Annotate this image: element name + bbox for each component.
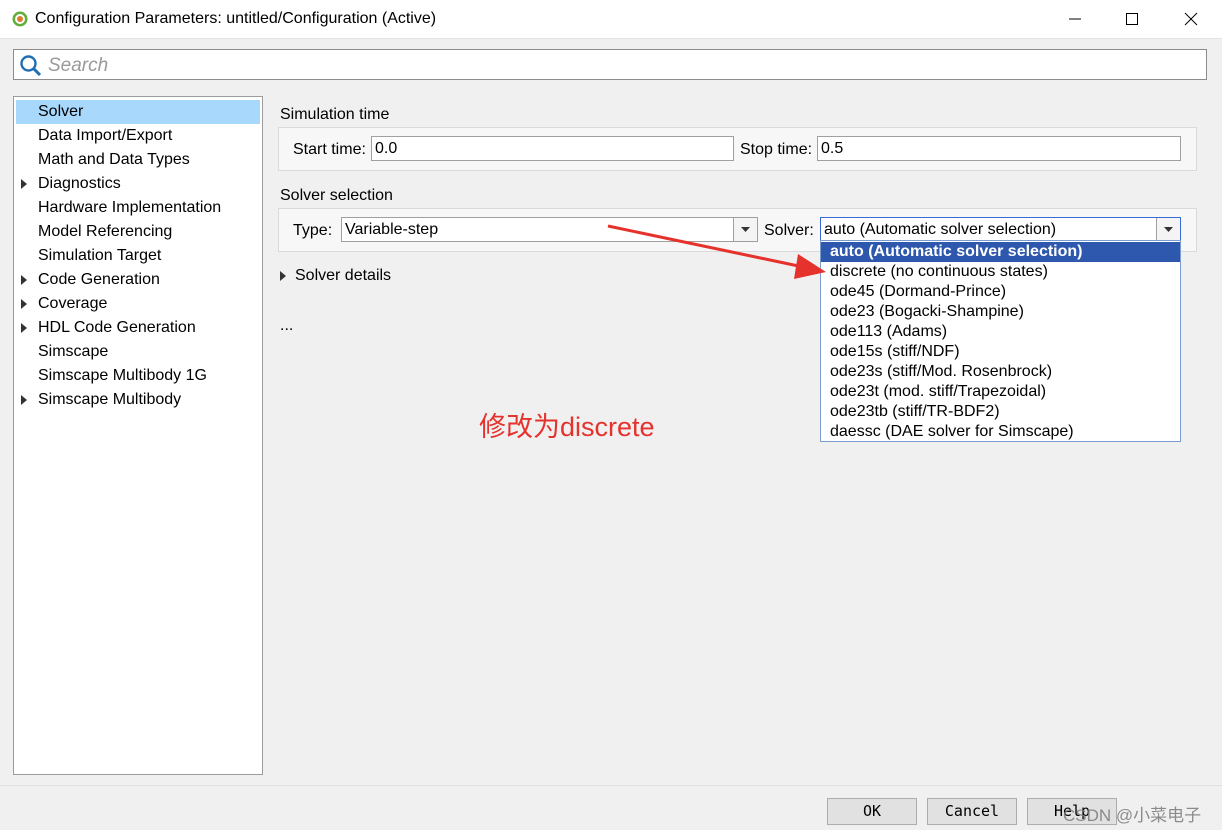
expand-caret-icon[interactable] xyxy=(21,275,27,285)
close-icon xyxy=(1184,12,1198,26)
expand-caret-icon[interactable] xyxy=(21,299,27,309)
close-button[interactable] xyxy=(1162,0,1220,38)
solver-option-discrete[interactable]: discrete (no continuous states) xyxy=(821,262,1180,282)
solver-option-ode23tb[interactable]: ode23tb (stiff/TR-BDF2) xyxy=(821,402,1180,422)
search-placeholder: Search xyxy=(48,55,109,76)
sidebar-item-label: Coverage xyxy=(38,295,108,312)
sidebar-item-simscape-multibody-1g[interactable]: Simscape Multibody 1G xyxy=(16,364,260,388)
chevron-down-icon xyxy=(741,227,750,232)
solver-option-ode23t[interactable]: ode23t (mod. stiff/Trapezoidal) xyxy=(821,382,1180,402)
watermark: CSDN @小菜电子 xyxy=(1063,806,1202,825)
option-label: ode23t (mod. stiff/Trapezoidal) xyxy=(830,383,1047,400)
sidebar-item-code-generation[interactable]: Code Generation xyxy=(16,268,260,292)
solver-details-label: Solver details xyxy=(295,267,392,284)
solver-selection-heading: Solver selection xyxy=(280,187,393,204)
maximize-icon xyxy=(1126,13,1138,25)
search-input[interactable]: Search xyxy=(13,49,1207,80)
sidebar-item-label: Data Import/Export xyxy=(38,127,173,144)
chevron-down-icon xyxy=(1164,227,1173,232)
more-settings-ellipsis[interactable]: ... xyxy=(280,317,293,335)
category-tree: Solver Data Import/Export Math and Data … xyxy=(13,96,263,775)
sidebar-item-simscape-multibody[interactable]: Simscape Multibody xyxy=(16,388,260,412)
sidebar-item-label: Simscape xyxy=(38,343,109,360)
sidebar-item-label: Simulation Target xyxy=(38,247,162,264)
solver-option-ode23[interactable]: ode23 (Bogacki-Shampine) xyxy=(821,302,1180,322)
expand-caret-icon[interactable] xyxy=(21,395,27,405)
expand-caret-icon xyxy=(280,271,286,281)
solver-dropdown[interactable]: auto (Automatic solver selection) xyxy=(820,217,1181,242)
sidebar-item-math-data-types[interactable]: Math and Data Types xyxy=(16,148,260,172)
option-label: ode23tb (stiff/TR-BDF2) xyxy=(830,403,1000,420)
solver-option-auto[interactable]: auto (Automatic solver selection) xyxy=(821,242,1180,262)
sidebar-item-coverage[interactable]: Coverage xyxy=(16,292,260,316)
solver-option-ode15s[interactable]: ode15s (stiff/NDF) xyxy=(821,342,1180,362)
option-label: ode113 (Adams) xyxy=(830,323,948,340)
sidebar-item-label: Math and Data Types xyxy=(38,151,190,168)
sidebar-item-hdl-code-generation[interactable]: HDL Code Generation xyxy=(16,316,260,340)
sidebar-item-simulation-target[interactable]: Simulation Target xyxy=(16,244,260,268)
sidebar-item-solver[interactable]: Solver xyxy=(16,100,260,124)
sidebar-item-label: Code Generation xyxy=(38,271,160,288)
dropdown-arrow-button[interactable] xyxy=(733,218,757,241)
search-icon xyxy=(19,54,43,83)
sidebar-item-hardware-implementation[interactable]: Hardware Implementation xyxy=(16,196,260,220)
solver-option-daessc[interactable]: daessc (DAE solver for Simscape) xyxy=(821,422,1180,442)
sidebar-item-label: Simscape Multibody 1G xyxy=(38,367,207,384)
simulation-time-heading: Simulation time xyxy=(280,106,390,123)
annotation-text: 修改为discrete xyxy=(479,412,655,442)
dropdown-arrow-button[interactable] xyxy=(1156,218,1180,241)
minimize-icon xyxy=(1069,18,1081,20)
maximize-button[interactable] xyxy=(1103,0,1161,38)
solver-type-label: Type: xyxy=(293,222,333,239)
stop-time-field[interactable]: 0.5 xyxy=(817,136,1181,161)
option-label: daessc (DAE solver for Simscape) xyxy=(830,423,1074,440)
solver-option-ode23s[interactable]: ode23s (stiff/Mod. Rosenbrock) xyxy=(821,362,1180,382)
footer-divider xyxy=(0,785,1222,786)
stop-time-label: Stop time: xyxy=(740,141,813,158)
sidebar-item-model-referencing[interactable]: Model Referencing xyxy=(16,220,260,244)
simulink-gear-icon xyxy=(11,10,29,28)
ok-button[interactable]: OK xyxy=(827,798,917,825)
option-label: ode23 (Bogacki-Shampine) xyxy=(830,303,1024,320)
option-label: ode23s (stiff/Mod. Rosenbrock) xyxy=(830,363,1053,380)
title-bar: Configuration Parameters: untitled/Confi… xyxy=(0,0,1222,39)
sidebar-item-diagnostics[interactable]: Diagnostics xyxy=(16,172,260,196)
expand-caret-icon[interactable] xyxy=(21,323,27,333)
sidebar-item-label: Diagnostics xyxy=(38,175,121,192)
minimize-button[interactable] xyxy=(1046,0,1104,38)
solver-label: Solver: xyxy=(764,222,814,239)
expand-caret-icon[interactable] xyxy=(21,179,27,189)
solver-value: auto (Automatic solver selection) xyxy=(824,221,1057,238)
sidebar-item-label: Model Referencing xyxy=(38,223,173,240)
start-time-field[interactable]: 0.0 xyxy=(371,136,734,161)
option-label: auto (Automatic solver selection) xyxy=(830,243,1083,260)
window-title: Configuration Parameters: untitled/Confi… xyxy=(35,10,437,27)
cancel-button[interactable]: Cancel xyxy=(927,798,1017,825)
solver-option-ode113[interactable]: ode113 (Adams) xyxy=(821,322,1180,342)
start-time-label: Start time: xyxy=(293,141,366,158)
option-label: ode45 (Dormand-Prince) xyxy=(830,283,1007,300)
solver-type-value: Variable-step xyxy=(345,221,439,238)
solver-options-list: auto (Automatic solver selection) discre… xyxy=(820,240,1181,442)
sidebar-item-label: Hardware Implementation xyxy=(38,199,222,216)
sidebar-item-simscape[interactable]: Simscape xyxy=(16,340,260,364)
sidebar-item-data-import-export[interactable]: Data Import/Export xyxy=(16,124,260,148)
solver-type-dropdown[interactable]: Variable-step xyxy=(341,217,758,242)
sidebar-item-label: HDL Code Generation xyxy=(38,319,196,336)
option-label: ode15s (stiff/NDF) xyxy=(830,343,960,360)
sidebar-item-label: Solver xyxy=(38,103,84,120)
option-label: discrete (no continuous states) xyxy=(830,263,1048,280)
sidebar-item-label: Simscape Multibody xyxy=(38,391,182,408)
solver-option-ode45[interactable]: ode45 (Dormand-Prince) xyxy=(821,282,1180,302)
